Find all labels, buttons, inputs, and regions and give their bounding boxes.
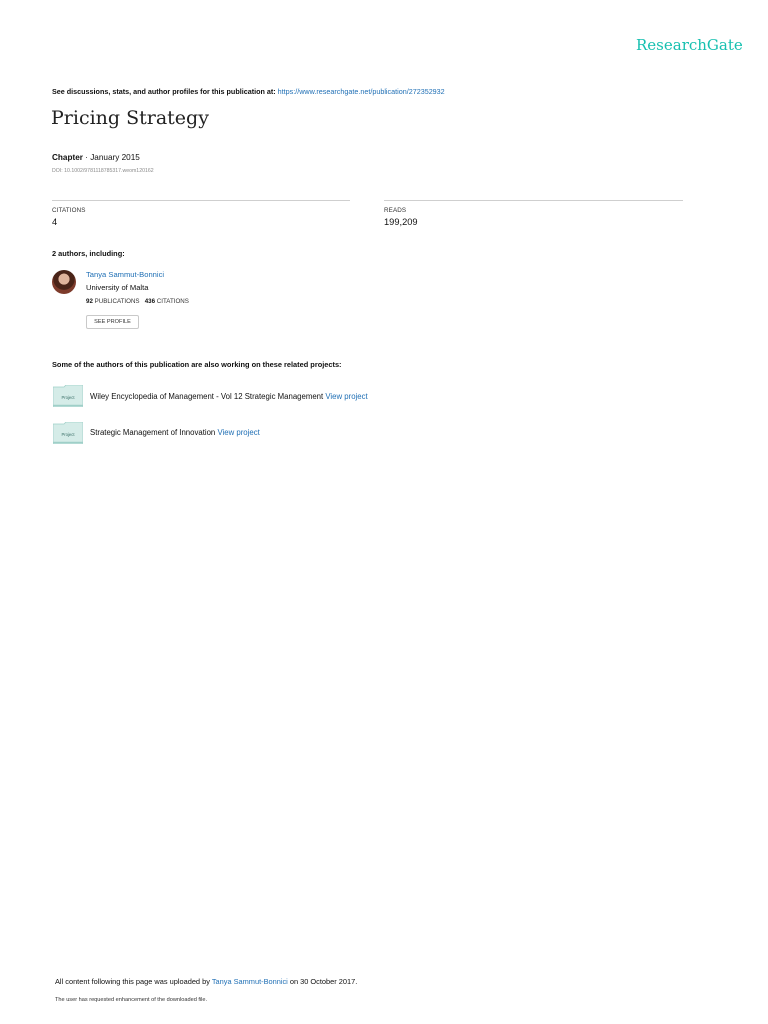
author-citations-label: CITATIONS — [155, 298, 189, 305]
project-folder-icon: Project — [52, 421, 84, 445]
project-title: Wiley Encyclopedia of Management - Vol 1… — [90, 392, 326, 401]
reads-label: READS — [384, 207, 407, 214]
discussion-notice: See discussions, stats, and author profi… — [52, 87, 445, 96]
citations-divider — [52, 200, 350, 201]
project-item[interactable]: Project — [52, 421, 84, 449]
see-profile-button[interactable]: SEE PROFILE — [86, 315, 139, 329]
upload-suffix: on 30 October 2017. — [287, 977, 358, 986]
author-stats: 92 PUBLICATIONS 436 CITATIONS — [86, 298, 189, 305]
enhancement-note: The user has requested enhancement of th… — [55, 997, 208, 1003]
author-publications-count: 92 — [86, 298, 93, 305]
author-publications-label: PUBLICATIONS — [92, 298, 140, 305]
citations-value: 4 — [52, 217, 58, 227]
related-projects-header: Some of the authors of this publication … — [52, 360, 342, 369]
author-name-link[interactable]: Tanya Sammut-Bonnici — [86, 270, 164, 279]
publication-meta: Chapter · January 2015 — [52, 153, 140, 162]
avatar[interactable] — [52, 270, 76, 294]
project-folder-label: Project — [61, 395, 75, 400]
publication-title: Pricing Strategy — [51, 107, 209, 129]
project-row: Strategic Management of Innovation View … — [90, 428, 260, 437]
authors-header: 2 authors, including: — [52, 249, 125, 258]
publication-type: Chapter — [52, 153, 83, 162]
view-project-link[interactable]: View project — [217, 428, 259, 437]
citations-label: CITATIONS — [52, 207, 86, 214]
publication-date: · January 2015 — [82, 153, 140, 162]
reads-divider — [384, 200, 683, 201]
project-folder-icon: Project — [52, 384, 84, 408]
project-row: Wiley Encyclopedia of Management - Vol 1… — [90, 392, 368, 401]
reads-value: 199,209 — [384, 217, 418, 227]
author-institution: University of Malta — [86, 283, 149, 292]
upload-notice: All content following this page was uplo… — [55, 977, 357, 986]
project-title: Strategic Management of Innovation — [90, 428, 218, 437]
publication-doi: DOI: 10.1002/9781118785317.weom120162 — [52, 168, 154, 174]
project-folder-label: Project — [61, 432, 75, 437]
project-item[interactable]: Project — [52, 384, 84, 412]
discussion-text: See discussions, stats, and author profi… — [52, 87, 278, 96]
uploader-link[interactable]: Tanya Sammut-Bonnici — [212, 977, 288, 986]
view-project-link[interactable]: View project — [325, 392, 367, 401]
publication-url-link[interactable]: https://www.researchgate.net/publication… — [278, 87, 445, 96]
author-citations-count: 436 — [144, 298, 156, 305]
upload-prefix: All content following this page was uplo… — [55, 977, 212, 986]
researchgate-logo[interactable]: ResearchGate — [636, 36, 743, 54]
